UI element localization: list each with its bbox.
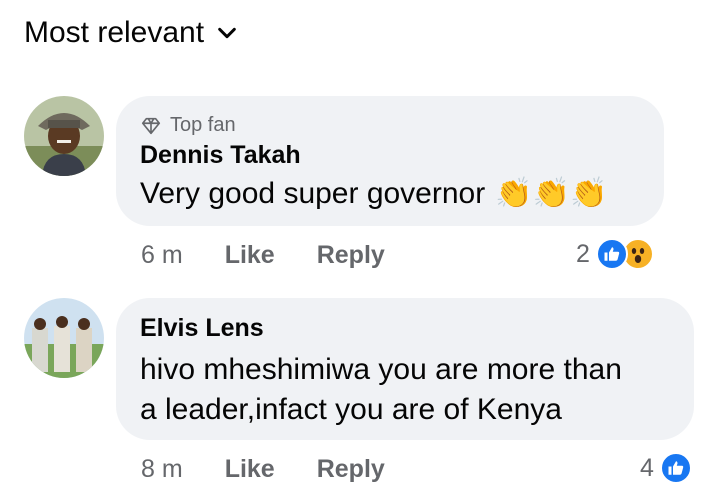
sort-label: Most relevant	[24, 16, 205, 49]
comment-text-line: a leader,infact you are of Kenya	[140, 393, 562, 426]
like-button[interactable]: Like	[225, 455, 275, 484]
sort-dropdown[interactable]: Most relevant	[24, 16, 238, 50]
profile-photo	[24, 96, 104, 176]
comment-timestamp[interactable]: 6 m	[141, 241, 183, 270]
comment-bubble: Elvis Lens hivo mheshimiwa you are more …	[116, 298, 694, 440]
comment-actions: 8 m Like Reply	[141, 455, 427, 484]
comment-bubble: Top fan Dennis Takah Very good super gov…	[116, 96, 664, 226]
avatar[interactable]	[24, 298, 104, 378]
comment-author[interactable]: Dennis Takah	[140, 141, 301, 170]
diamond-icon	[141, 117, 161, 134]
reaction-count: 4	[640, 453, 654, 482]
comment-text: Very good super governor	[140, 177, 486, 210]
comment-author[interactable]: Elvis Lens	[140, 314, 264, 343]
like-button[interactable]: Like	[225, 241, 275, 270]
reply-button[interactable]: Reply	[317, 241, 385, 270]
comment-actions: 6 m Like Reply	[141, 241, 427, 270]
comment-text-row: Very good super governor 👏👏👏	[140, 174, 607, 214]
comment-timestamp[interactable]: 8 m	[141, 455, 183, 484]
reaction-count: 2	[576, 239, 590, 268]
clapping-hands-emoji: 👏👏👏	[495, 177, 608, 210]
chevron-down-icon	[218, 27, 236, 39]
reaction-summary[interactable]: 4	[640, 452, 692, 484]
comment-text-line: hivo mheshimiwa you are more than	[140, 353, 622, 386]
top-fan-badge: Top fan	[140, 114, 236, 137]
avatar[interactable]	[24, 96, 104, 176]
like-reaction-icon	[659, 452, 692, 484]
badge-label: Top fan	[170, 114, 236, 136]
reply-button[interactable]: Reply	[317, 455, 385, 484]
profile-photo	[24, 298, 104, 378]
reaction-summary[interactable]: 2	[576, 238, 654, 270]
like-reaction-icon	[595, 238, 628, 270]
